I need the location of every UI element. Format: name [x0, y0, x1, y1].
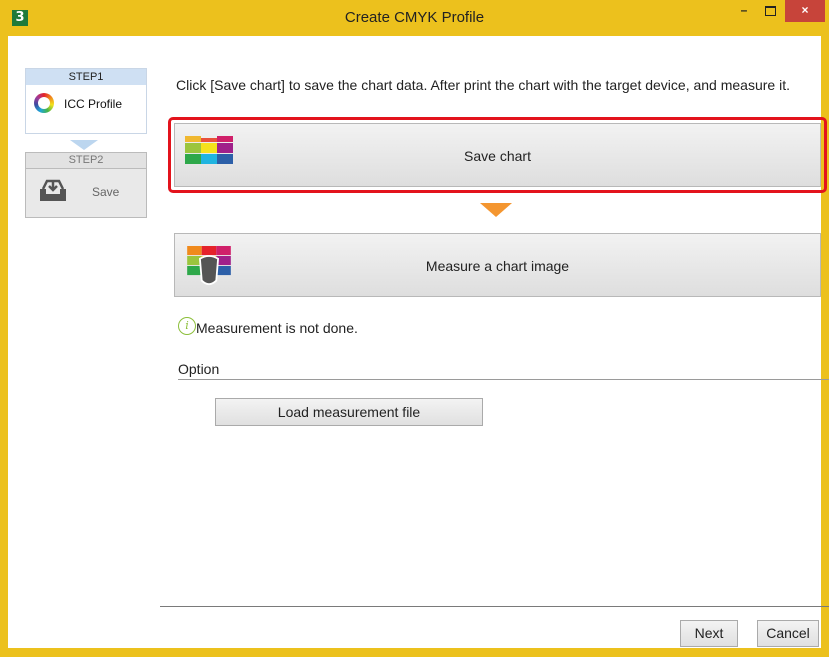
maximize-button[interactable] [757, 0, 783, 22]
flow-arrow-icon [480, 203, 512, 217]
window-title: Create CMYK Profile [344, 9, 485, 26]
step1-panel[interactable]: STEP1 ICC Profile [25, 68, 147, 134]
save-chart-highlight [168, 117, 827, 193]
step2-panel[interactable]: STEP2 Save [25, 152, 147, 218]
color-ring-icon [34, 93, 54, 113]
save-tray-icon [40, 179, 66, 201]
measurement-status: Measurement is not done. [196, 320, 358, 336]
footer-divider [160, 606, 829, 607]
measure-chart-button[interactable]: Measure a chart image [174, 233, 821, 297]
instructions-text: Click [Save chart] to save the chart dat… [176, 77, 790, 93]
title-bar[interactable]: 3 Create CMYK Profile – × [0, 0, 829, 36]
close-button[interactable]: × [785, 0, 825, 22]
cancel-button[interactable]: Cancel [757, 620, 819, 647]
next-button[interactable]: Next [680, 620, 738, 647]
load-measurement-file-button[interactable]: Load measurement file [215, 398, 483, 426]
step-arrow-icon [70, 140, 98, 150]
info-icon: i [178, 317, 196, 335]
measure-chart-label: Measure a chart image [425, 258, 570, 274]
option-divider [178, 379, 829, 380]
step1-label: ICC Profile [64, 97, 123, 111]
minimize-button[interactable]: – [731, 0, 757, 22]
step2-header: STEP2 [26, 153, 146, 169]
step1-header: STEP1 [26, 69, 146, 85]
option-label: Option [178, 361, 220, 377]
step2-label: Save [92, 185, 120, 199]
maximize-icon [764, 6, 776, 16]
